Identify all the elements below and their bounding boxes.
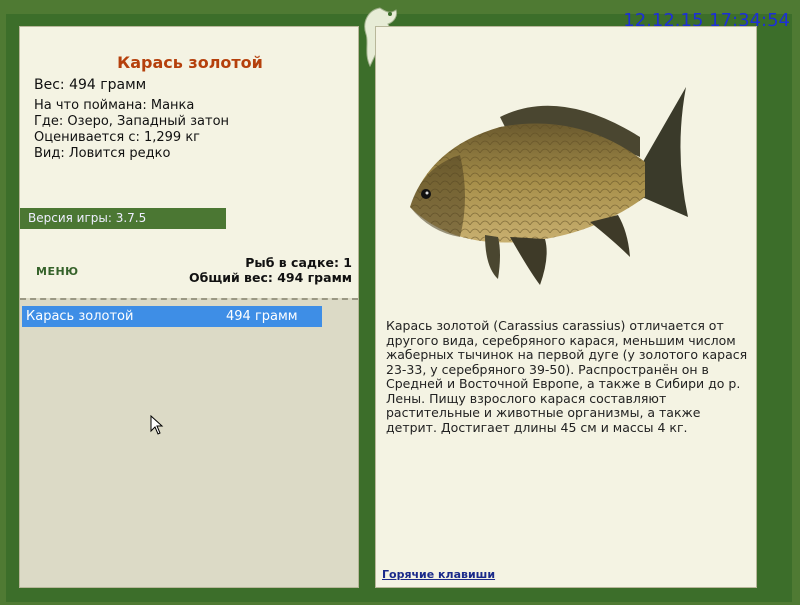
hotkeys-link[interactable]: Горячие клавиши [382, 568, 495, 581]
catch-list-area [20, 298, 358, 587]
total-weight: Общий вес: 494 грамм [189, 270, 352, 285]
fish-description-panel: Карась золотой (Carassius carassius) отл… [375, 26, 757, 588]
fish-description: Карась золотой (Carassius carassius) отл… [386, 318, 748, 435]
fish-count: Рыб в садке: 1 [245, 255, 352, 270]
menu-button[interactable]: МЕНЮ [36, 265, 79, 278]
fish-place: Где: Озеро, Западный затон [34, 114, 230, 129]
catch-list-item[interactable]: Карась золотой 494 грамм [22, 306, 322, 327]
catch-stats: Рыб в садке: 1 Общий вес: 494 грамм [189, 255, 352, 285]
fish-title: Карась золотой [117, 53, 263, 72]
fish-bait: На что поймана: Манка [34, 98, 195, 113]
catch-item-name: Карась золотой [26, 309, 134, 324]
mouse-cursor-icon [150, 415, 164, 435]
version-bar: Версия игры: 3.7.5 [20, 208, 226, 229]
catch-item-weight: 494 грамм [226, 309, 298, 324]
fish-image [410, 87, 688, 285]
fish-weight: Вес: 494 грамм [34, 77, 147, 93]
fish-value: Оценивается с: 1,299 кг [34, 130, 201, 145]
fish-kind: Вид: Ловится редко [34, 146, 171, 161]
fish-info-panel: Карась золотой Вес: 494 грамм На что пой… [19, 26, 359, 588]
